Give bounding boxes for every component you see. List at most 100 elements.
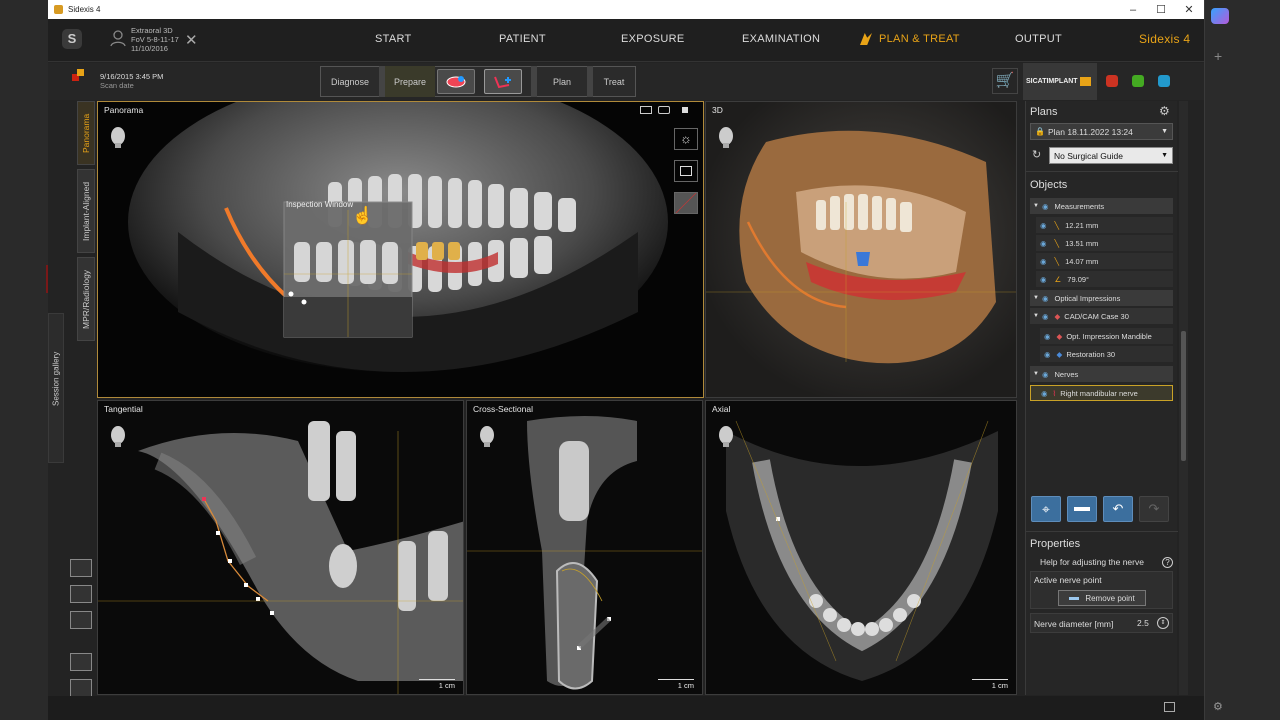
measurement-item[interactable]: ◉ ╲ 12.21 mm	[1036, 217, 1173, 233]
eye-icon[interactable]: ◉	[1042, 312, 1049, 321]
cad-case-item[interactable]: ▼ ◉ ◆ CAD/CAM Case 30	[1030, 308, 1173, 324]
panorama-image	[98, 102, 703, 397]
measurements-label: Measurements	[1054, 201, 1105, 211]
optical-impressions-group[interactable]: ▼ ◉ Optical Impressions	[1030, 290, 1173, 306]
desktop-left-edge	[0, 0, 48, 720]
brightness-icon[interactable]: ☼	[674, 128, 698, 150]
sidexis-logo-icon[interactable]: S	[62, 29, 82, 49]
eye-icon[interactable]: ◉	[1042, 202, 1049, 211]
settings-icon[interactable]: ⚙	[1213, 700, 1223, 713]
close-button[interactable]: ✕	[1175, 0, 1203, 19]
redo-button[interactable]: ↷	[1139, 496, 1169, 522]
tangential-head-icon[interactable]	[110, 425, 127, 447]
measurement-item[interactable]: ◉ ╲ 14.07 mm	[1036, 253, 1173, 269]
step-plan[interactable]: Plan	[537, 66, 587, 97]
screenshot-tool-icon[interactable]	[70, 559, 92, 577]
slice-icon[interactable]	[674, 192, 698, 214]
session-gallery-strip[interactable]: Session gallery	[48, 313, 64, 463]
tab-mpr-radiology[interactable]: MPR/Radiology	[77, 257, 95, 341]
cross-sectional-view[interactable]: Cross-Sectional 1 cm	[466, 400, 703, 695]
eye-icon[interactable]: ◉	[1042, 294, 1049, 303]
step-prepare[interactable]: Prepare	[385, 66, 435, 97]
eye-icon[interactable]: ◉	[1040, 257, 1047, 266]
layout-tool-icon[interactable]	[70, 611, 92, 629]
sicat-implant-tab[interactable]: SICATIMPLANT	[1023, 63, 1097, 100]
eye-icon[interactable]: ◉	[1041, 389, 1048, 398]
undo-icon: ↶	[1112, 501, 1124, 516]
measurement-item[interactable]: ◉ ╲ 13.51 mm	[1036, 235, 1173, 251]
axial-view[interactable]: Axial 1 cm	[705, 400, 1017, 695]
sicat-red-icon[interactable]	[1106, 75, 1118, 87]
tab-output[interactable]: OUTPUT	[1015, 33, 1062, 45]
step-treat[interactable]: Treat	[593, 66, 635, 97]
nerve-help-text: Help for adjusting the nerve	[1040, 557, 1144, 567]
panorama-maximize-icon[interactable]	[682, 107, 688, 113]
collapse-tool-icon[interactable]	[70, 679, 92, 697]
scan-date: 9/16/2015 3:45 PM Scan date	[100, 72, 163, 90]
tangential-view[interactable]: Tangential 1 cm	[97, 400, 464, 695]
implant-prepare-button[interactable]	[437, 69, 475, 94]
copilot-icon[interactable]	[1211, 8, 1229, 24]
impression-icon: ◆	[1056, 331, 1063, 341]
remove-point-button[interactable]: Remove point	[1058, 590, 1146, 606]
minimize-button[interactable]: –	[1119, 0, 1147, 19]
diameter-stepper-icon[interactable]: ⇕	[1157, 617, 1169, 629]
refresh-icon[interactable]: ↻	[1032, 148, 1041, 161]
3d-head-orientation-icon[interactable]	[718, 126, 735, 148]
right-scrollbar[interactable]	[1179, 101, 1188, 695]
import-tool-icon[interactable]	[70, 653, 92, 671]
eye-icon[interactable]: ◉	[1040, 221, 1047, 230]
eye-icon[interactable]: ◉	[1044, 332, 1051, 341]
add-icon[interactable]: +	[1214, 48, 1222, 64]
panorama-camera-icon[interactable]	[658, 106, 670, 114]
axial-image	[706, 401, 1016, 694]
tab-plan-treat[interactable]: PLAN & TREAT	[879, 33, 960, 45]
nerve-tool-button[interactable]	[484, 69, 522, 94]
scrollbar-thumb[interactable]	[1181, 331, 1186, 461]
nerve-diameter-input[interactable]: 2.5	[1137, 618, 1149, 628]
workflow-bar: 9/16/2015 3:45 PM Scan date Diagnose Pre…	[48, 63, 1204, 100]
restoration-item[interactable]: ◉ ◆ Restoration 30	[1040, 346, 1173, 362]
help-icon[interactable]: ?	[1162, 557, 1173, 568]
measurement-item[interactable]: ◉ ∠ 79.09°	[1036, 271, 1173, 287]
plans-settings-icon[interactable]: ⚙	[1159, 104, 1170, 118]
close-patient-icon[interactable]: ✕	[185, 31, 198, 49]
sicat-green-icon[interactable]	[1132, 75, 1144, 87]
active-point-group: Active nerve point Remove point	[1030, 571, 1173, 609]
3d-view[interactable]: 3D	[705, 101, 1017, 398]
maximize-button[interactable]: ☐	[1147, 0, 1175, 19]
tab-patient[interactable]: PATIENT	[499, 33, 546, 45]
head-orientation-icon[interactable]	[110, 126, 127, 148]
panorama-view[interactable]: Panorama Inspection Window ☝ ☼	[97, 101, 704, 398]
export-tool-icon[interactable]	[70, 585, 92, 603]
surgical-guide-select[interactable]: No Surgical Guide ▼	[1049, 147, 1173, 164]
sicat-blue-icon[interactable]	[1158, 75, 1170, 87]
cart-icon[interactable]: 🛒	[992, 68, 1018, 94]
remove-button[interactable]	[1067, 496, 1097, 522]
tab-panorama[interactable]: Panorama	[77, 101, 95, 165]
tab-exposure[interactable]: EXPOSURE	[621, 33, 685, 45]
step-diagnose[interactable]: Diagnose	[321, 66, 379, 97]
tab-start[interactable]: START	[375, 33, 412, 45]
axial-head-icon[interactable]	[718, 425, 735, 447]
eye-icon[interactable]: ◉	[1040, 275, 1047, 284]
opt-impression-item[interactable]: ◉ ◆ Opt. Impression Mandible	[1040, 328, 1173, 344]
tab-implant-aligned[interactable]: Implant-Aligned	[77, 169, 95, 253]
window-mode-icon[interactable]	[1164, 702, 1175, 712]
nerves-group[interactable]: ▼ ◉ Nerves	[1030, 366, 1173, 382]
frame-icon[interactable]	[674, 160, 698, 182]
crosshair-icon: ⌖	[1042, 500, 1050, 517]
measurements-group[interactable]: ▼ ◉ Measurements	[1030, 198, 1173, 214]
measurement-value: 79.09°	[1067, 274, 1090, 284]
eye-icon[interactable]: ◉	[1040, 239, 1047, 248]
eye-icon[interactable]: ◉	[1044, 350, 1051, 359]
plan-select[interactable]: 🔒 Plan 18.11.2022 13:24 ▼	[1030, 123, 1173, 140]
panorama-screenshot-icon[interactable]	[640, 106, 652, 114]
tab-examination[interactable]: EXAMINATION	[742, 33, 820, 45]
undo-button[interactable]: ↶	[1103, 496, 1133, 522]
nerve-item[interactable]: ◉ ⌇ Right mandibular nerve	[1030, 385, 1173, 401]
eye-icon[interactable]: ◉	[1042, 370, 1049, 379]
cross-head-icon[interactable]	[479, 425, 496, 447]
angle-icon: ∠	[1054, 274, 1062, 284]
center-view-button[interactable]: ⌖	[1031, 496, 1061, 522]
